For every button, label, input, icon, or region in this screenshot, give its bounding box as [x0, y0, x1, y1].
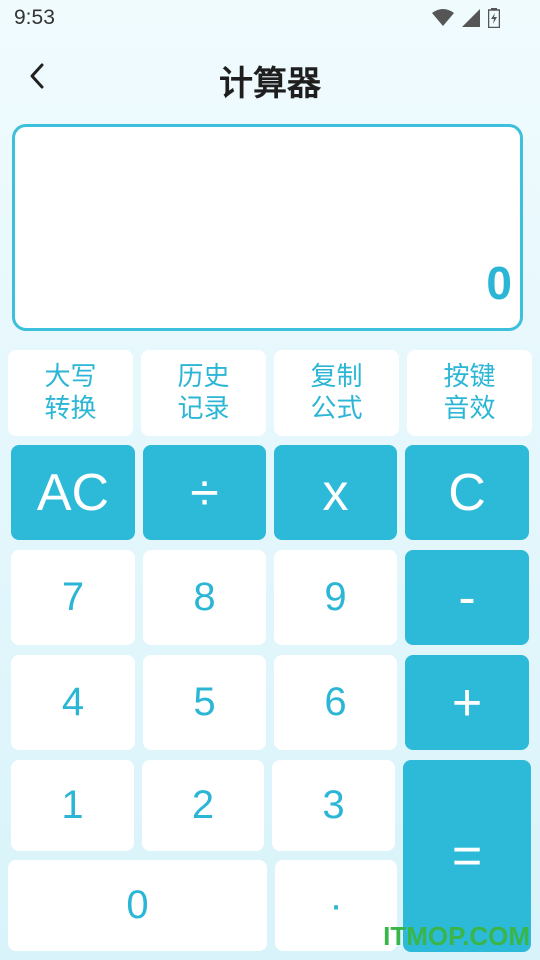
key-sound-button[interactable]: 按键 音效: [407, 350, 532, 436]
digit-0-button[interactable]: 0: [8, 860, 267, 951]
divide-button[interactable]: ÷: [143, 445, 266, 540]
digit-8-button[interactable]: 8: [143, 550, 266, 645]
history-button[interactable]: 历史 记录: [141, 350, 266, 436]
digit-5-button[interactable]: 5: [143, 655, 266, 750]
digit-6-button[interactable]: 6: [274, 655, 397, 750]
signal-icon: [462, 9, 480, 27]
digit-1-button[interactable]: 1: [11, 760, 134, 851]
status-time: 9:53: [14, 6, 55, 29]
status-bar: 9:53: [0, 0, 540, 38]
digit-4-button[interactable]: 4: [11, 655, 135, 750]
copy-formula-button[interactable]: 复制 公式: [274, 350, 399, 436]
uppercase-convert-button[interactable]: 大写 转换: [8, 350, 133, 436]
watermark-text: ITMOP.COM: [383, 921, 530, 951]
multiply-button[interactable]: x: [274, 445, 397, 540]
calculator-display: 0: [12, 124, 523, 331]
all-clear-button[interactable]: AC: [11, 445, 135, 540]
digit-3-button[interactable]: 3: [272, 760, 395, 851]
decimal-point-button[interactable]: ·: [275, 860, 397, 951]
minus-button[interactable]: -: [405, 550, 529, 645]
clear-button[interactable]: C: [405, 445, 529, 540]
digit-7-button[interactable]: 7: [11, 550, 135, 645]
page-title: 计算器: [219, 64, 321, 104]
app-header: 计算器: [0, 44, 540, 114]
plus-button[interactable]: +: [405, 655, 529, 750]
digit-2-button[interactable]: 2: [142, 760, 264, 851]
status-icons: [432, 8, 500, 28]
wifi-icon: [432, 9, 454, 26]
digit-9-button[interactable]: 9: [274, 550, 397, 645]
battery-icon: [488, 8, 500, 28]
display-value: 0: [486, 257, 512, 309]
